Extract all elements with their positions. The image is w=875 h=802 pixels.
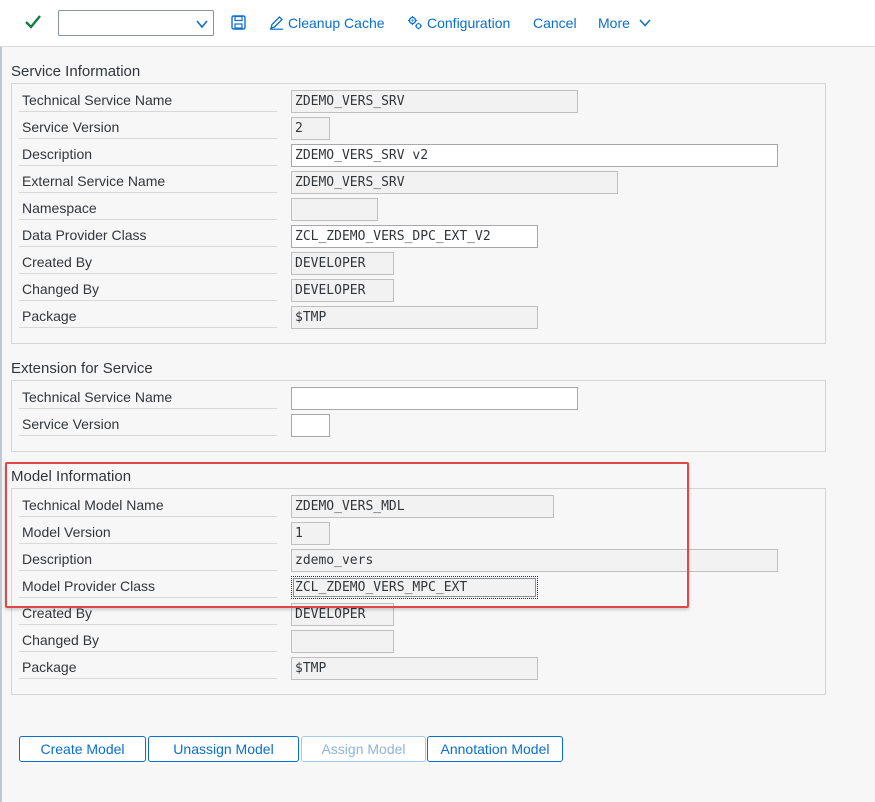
field-label: Service Version	[19, 414, 277, 436]
field-label: Model Version	[19, 522, 277, 544]
model-info-group: Technical Model Name ZDEMO_VERS_MDL Mode…	[11, 488, 826, 695]
cancel-button[interactable]: Cancel	[533, 14, 577, 32]
field-label: Created By	[19, 252, 277, 274]
field-label: Model Provider Class	[19, 576, 277, 598]
field-label: Package	[19, 306, 277, 328]
form-row: Changed By DEVELOPER	[19, 276, 819, 303]
field-label: Changed By	[19, 279, 277, 301]
technical-service-name-field[interactable]: ZDEMO_VERS_SRV	[291, 90, 578, 113]
model-version-field[interactable]: 1	[291, 522, 330, 545]
save-icon[interactable]	[231, 15, 246, 30]
form-row: Changed By	[19, 627, 819, 654]
unassign-model-button[interactable]: Unassign Model	[148, 736, 299, 762]
package-field[interactable]: $TMP	[291, 306, 538, 329]
changed-by-field[interactable]: DEVELOPER	[291, 279, 394, 302]
pencil-icon	[270, 16, 283, 30]
field-label: Service Version	[19, 117, 277, 139]
cleanup-cache-label: Cleanup Cache	[288, 15, 385, 31]
configuration-label: Configuration	[427, 15, 511, 31]
model-info-title: Model Information	[11, 468, 132, 485]
service-info-title: Service Information	[11, 63, 141, 80]
field-label: Created By	[19, 603, 277, 625]
check-icon[interactable]	[24, 13, 42, 31]
service-version-field[interactable]: 2	[291, 117, 330, 140]
form-row: Namespace	[19, 195, 819, 222]
model-provider-class-field[interactable]: ZCL_ZDEMO_VERS_MPC_EXT	[291, 576, 538, 599]
configuration-button[interactable]: Configuration	[407, 14, 510, 32]
assign-model-button[interactable]: Assign Model	[301, 736, 426, 762]
form-row: Description zdemo_vers	[19, 546, 819, 573]
gears-icon	[408, 16, 422, 30]
created-by-field[interactable]: DEVELOPER	[291, 252, 394, 275]
extension-group: Technical Service Name Service Version	[11, 380, 826, 452]
command-combobox[interactable]	[58, 10, 214, 36]
form-row: Service Version 2	[19, 114, 819, 141]
description-input[interactable]: ZDEMO_VERS_SRV v2	[291, 144, 778, 167]
form-row: Data Provider Class ZCL_ZDEMO_VERS_DPC_E…	[19, 222, 819, 249]
form-row: External Service Name ZDEMO_VERS_SRV	[19, 168, 819, 195]
form-row: Package $TMP	[19, 303, 819, 330]
left-edge-divider	[0, 47, 2, 802]
field-label: Technical Model Name	[19, 495, 277, 517]
cancel-label: Cancel	[533, 15, 577, 31]
field-label: Technical Service Name	[19, 90, 277, 112]
field-label: Changed By	[19, 630, 277, 652]
form-row: Technical Model Name ZDEMO_VERS_MDL	[19, 492, 819, 519]
chevron-down-icon[interactable]	[195, 17, 209, 29]
more-label: More	[598, 15, 630, 31]
service-info-group: Technical Service Name ZDEMO_VERS_SRV Se…	[11, 83, 826, 344]
field-label: Data Provider Class	[19, 225, 277, 247]
field-label: Description	[19, 549, 277, 571]
technical-model-name-field[interactable]: ZDEMO_VERS_MDL	[291, 495, 554, 518]
form-row: Service Version	[19, 411, 819, 438]
form-row: Created By DEVELOPER	[19, 249, 819, 276]
toolbar: Cleanup Cache Configuration Cancel More	[0, 0, 875, 47]
form-row: Technical Service Name	[19, 384, 819, 411]
form-row: Package $TMP	[19, 654, 819, 681]
model-description-field[interactable]: zdemo_vers	[291, 549, 778, 572]
ext-service-version-input[interactable]	[291, 414, 330, 437]
form-row: Technical Service Name ZDEMO_VERS_SRV	[19, 87, 819, 114]
model-created-by-field[interactable]: DEVELOPER	[291, 603, 394, 626]
field-label: Technical Service Name	[19, 387, 277, 409]
field-label: Description	[19, 144, 277, 166]
cleanup-cache-button[interactable]: Cleanup Cache	[269, 14, 385, 32]
field-label: Namespace	[19, 198, 277, 220]
external-service-name-field[interactable]: ZDEMO_VERS_SRV	[291, 171, 618, 194]
model-changed-by-field[interactable]	[291, 630, 394, 653]
data-provider-class-input[interactable]: ZCL_ZDEMO_VERS_DPC_EXT_V2	[291, 225, 538, 248]
create-model-button[interactable]: Create Model	[19, 736, 146, 762]
ext-technical-service-name-input[interactable]	[291, 387, 578, 410]
form-row: Created By DEVELOPER	[19, 600, 819, 627]
model-package-field[interactable]: $TMP	[291, 657, 538, 680]
chevron-down-icon	[639, 19, 651, 27]
annotation-model-button[interactable]: Annotation Model	[427, 736, 563, 762]
namespace-field[interactable]	[291, 198, 378, 221]
field-label: External Service Name	[19, 171, 277, 193]
form-row: Model Provider Class ZCL_ZDEMO_VERS_MPC_…	[19, 573, 819, 600]
form-row: Description ZDEMO_VERS_SRV v2	[19, 141, 819, 168]
more-button[interactable]: More	[598, 14, 652, 32]
extension-title: Extension for Service	[11, 360, 153, 377]
field-label: Package	[19, 657, 277, 679]
form-row: Model Version 1	[19, 519, 819, 546]
